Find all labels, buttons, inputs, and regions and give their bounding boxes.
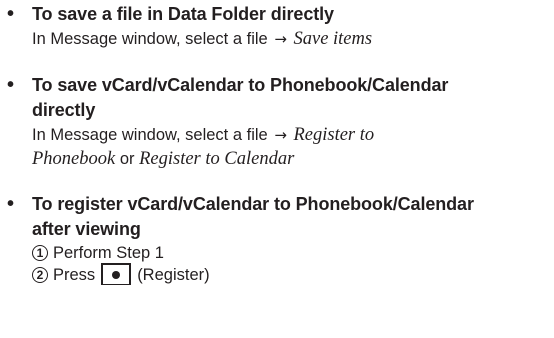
menu-item-register-to: Register to xyxy=(293,125,375,145)
bullet-icon: • xyxy=(7,3,14,25)
step-1: 1 Perform Step 1 xyxy=(0,242,554,264)
instruction-text: In Message window, select a file → Save … xyxy=(0,27,554,51)
manual-page: • To save a file in Data Folder directly… xyxy=(0,0,554,338)
section-save-data-folder: • To save a file in Data Folder directly… xyxy=(0,2,554,51)
step-number-1-icon: 1 xyxy=(32,245,48,261)
arrow-right-icon: → xyxy=(274,126,287,144)
section-register-after-viewing: • To register vCard/vCalendar to Phonebo… xyxy=(0,192,554,286)
section-heading: • To save vCard/vCalendar to Phonebook/C… xyxy=(0,73,554,98)
heading-line: To save a file in Data Folder directly xyxy=(32,4,334,24)
menu-item-register-calendar: Register to Calendar xyxy=(139,149,295,169)
bullet-icon: • xyxy=(7,74,14,96)
menu-item-phonebook: Phonebook xyxy=(32,149,116,169)
menu-item-save-items: Save items xyxy=(293,29,373,49)
instruction-text: In Message window, select a file → Regis… xyxy=(0,123,554,147)
step-text: Perform Step 1 xyxy=(53,244,164,262)
step-text: (Register) xyxy=(137,266,210,284)
center-dot-key-icon xyxy=(101,263,132,285)
step-number-2-icon: 2 xyxy=(32,267,48,283)
heading-line: directly xyxy=(32,100,96,120)
step-2: 2 Press (Register) xyxy=(0,263,554,286)
heading-line: To register vCard/vCalendar to Phonebook… xyxy=(32,194,474,214)
section-heading-cont: after viewing xyxy=(0,217,554,242)
instruction-prefix: In Message window, select a file xyxy=(32,30,268,48)
instruction-text-cont: Phonebook or Register to Calendar xyxy=(0,147,554,171)
connector-text: or xyxy=(119,150,135,168)
section-heading: • To save a file in Data Folder directly xyxy=(0,2,554,27)
arrow-right-icon: → xyxy=(274,30,287,48)
heading-line: To save vCard/vCalendar to Phonebook/Cal… xyxy=(32,75,449,95)
bullet-icon: • xyxy=(7,193,14,215)
instruction-prefix: In Message window, select a file xyxy=(32,126,268,144)
heading-line: after viewing xyxy=(32,219,141,239)
section-heading: • To register vCard/vCalendar to Phonebo… xyxy=(0,192,554,217)
step-prefix: Press xyxy=(53,266,96,284)
key-dot xyxy=(112,270,121,279)
section-heading-cont: directly xyxy=(0,98,554,123)
section-save-vcard-directly: • To save vCard/vCalendar to Phonebook/C… xyxy=(0,73,554,171)
